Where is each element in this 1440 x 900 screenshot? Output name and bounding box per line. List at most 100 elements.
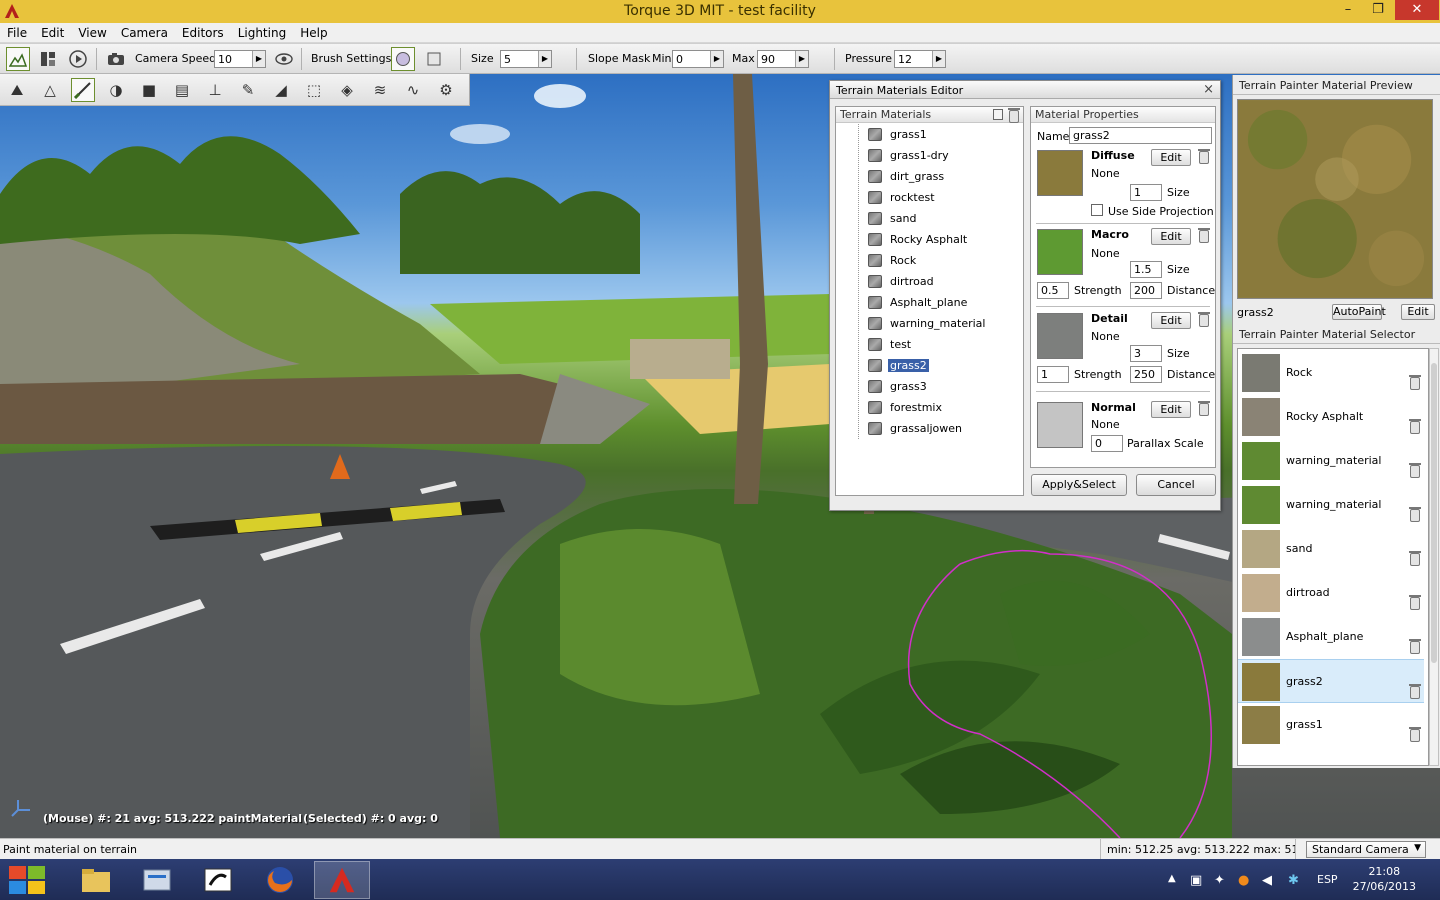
3d-viewport[interactable]: (Mouse) #: 21 avg: 513.222 paintMaterial… — [0, 74, 1440, 838]
slope-min-input[interactable]: ▶ — [672, 50, 724, 68]
selector-item[interactable]: Asphalt_plane — [1238, 615, 1424, 659]
delete-material-icon[interactable] — [1008, 108, 1020, 123]
slope-icon[interactable]: ◢ — [269, 78, 293, 102]
camera-speed-input[interactable]: ▶ — [214, 50, 266, 68]
trash-icon[interactable] — [1409, 684, 1421, 699]
spinner-arrow-icon[interactable]: ▶ — [252, 51, 265, 67]
selector-item[interactable]: Rock — [1238, 351, 1424, 395]
tray-expand-icon[interactable]: ▲ — [1168, 873, 1176, 884]
menu-view[interactable]: View — [71, 23, 113, 41]
trash-icon[interactable] — [1409, 463, 1421, 478]
material-list-item[interactable]: dirtroad — [868, 272, 936, 291]
selector-item[interactable]: grass1 — [1238, 703, 1424, 747]
parallax-scale-input[interactable]: 0 — [1091, 435, 1123, 452]
taskbar-app-3[interactable] — [190, 861, 246, 899]
selector-item[interactable]: sand — [1238, 527, 1424, 571]
material-list-item[interactable]: grass1 — [868, 125, 929, 144]
taskbar-app-2[interactable] — [129, 861, 185, 899]
material-list-item[interactable]: test — [868, 335, 913, 354]
normal-texture-thumb[interactable] — [1037, 402, 1083, 448]
lower-height-icon[interactable]: △ — [38, 78, 62, 102]
selector-item[interactable]: Rocky Asphalt — [1238, 395, 1424, 439]
detail-size-input[interactable]: 3 — [1130, 345, 1162, 362]
diffuse-size-input[interactable]: 1 — [1130, 184, 1162, 201]
macro-distance-input[interactable]: 200 — [1130, 282, 1162, 299]
close-button[interactable]: ✕ — [1395, 0, 1439, 20]
trash-icon[interactable] — [1409, 419, 1421, 434]
trash-icon[interactable] — [1409, 375, 1421, 390]
size-input[interactable]: ▶ — [500, 50, 552, 68]
new-material-icon[interactable] — [993, 109, 1003, 120]
detail-texture-thumb[interactable] — [1037, 313, 1083, 359]
start-windows-icon[interactable] — [8, 865, 46, 895]
preview-edit-button[interactable]: Edit — [1401, 304, 1435, 320]
volume-icon[interactable]: ◀ — [1262, 873, 1272, 888]
spinner-arrow-icon[interactable]: ▶ — [710, 51, 723, 67]
selector-item[interactable]: dirtroad — [1238, 571, 1424, 615]
input-language[interactable]: ESP — [1317, 873, 1338, 886]
pressure-input[interactable]: ▶ — [894, 50, 946, 68]
smooth-icon[interactable]: ≋ — [368, 78, 392, 102]
tray-avast-icon[interactable]: ● — [1238, 873, 1249, 888]
scrollbar-thumb[interactable] — [1431, 363, 1437, 663]
diffuse-edit-button[interactable]: Edit — [1151, 149, 1191, 166]
trash-icon[interactable] — [1409, 507, 1421, 522]
slope-max-input[interactable]: ▶ — [757, 50, 809, 68]
flatten-icon[interactable]: ◈ — [335, 78, 359, 102]
macro-edit-button[interactable]: Edit — [1151, 228, 1191, 245]
trash-icon[interactable] — [1409, 595, 1421, 610]
tray-bluetooth-icon[interactable]: ✱ — [1288, 873, 1299, 888]
trash-icon[interactable] — [1409, 639, 1421, 654]
material-list-item[interactable]: rocktest — [868, 188, 937, 207]
data-icon[interactable]: ▤ — [170, 78, 194, 102]
dialog-title-bar[interactable]: Terrain Materials Editor × — [830, 81, 1220, 99]
square-brush-icon[interactable] — [422, 47, 446, 71]
stamp-icon[interactable]: ⊥ — [203, 78, 227, 102]
menu-edit[interactable]: Edit — [34, 23, 71, 41]
menu-file[interactable]: File — [0, 23, 34, 41]
noise-icon[interactable]: ∿ — [401, 78, 425, 102]
menu-editors[interactable]: Editors — [175, 23, 231, 41]
material-list-item[interactable]: Rocky Asphalt — [868, 230, 969, 249]
camera-select[interactable]: Standard Camera ▼ — [1306, 841, 1426, 858]
detail-delete-icon[interactable] — [1198, 312, 1210, 327]
material-list-item[interactable]: grassaljowen — [868, 419, 964, 438]
tray-network-icon[interactable]: ▣ — [1190, 873, 1202, 888]
menu-lighting[interactable]: Lighting — [231, 23, 294, 41]
material-list-item[interactable]: Asphalt_plane — [868, 293, 969, 312]
select-area-icon[interactable]: ⬚ — [302, 78, 326, 102]
eye-icon[interactable] — [272, 47, 296, 71]
macro-size-input[interactable]: 1.5 — [1130, 261, 1162, 278]
menu-help[interactable]: Help — [293, 23, 334, 41]
trash-icon[interactable] — [1409, 727, 1421, 742]
globe-icon[interactable]: ◑ — [104, 78, 128, 102]
taskbar-explorer[interactable] — [68, 861, 124, 899]
macro-delete-icon[interactable] — [1198, 228, 1210, 243]
clock[interactable]: 21:08 27/06/2013 — [1353, 864, 1416, 894]
menu-camera[interactable]: Camera — [114, 23, 175, 41]
material-list-item[interactable]: grass2 — [868, 356, 929, 375]
macro-strength-input[interactable]: 0.5 — [1037, 282, 1069, 299]
selector-item[interactable]: warning_material — [1238, 439, 1424, 483]
terrain-painter-icon[interactable] — [6, 47, 30, 71]
material-list-item[interactable]: grass3 — [868, 377, 929, 396]
layout-icon[interactable] — [36, 47, 60, 71]
paint-brush-icon[interactable] — [71, 78, 95, 102]
tray-app-icon[interactable]: ✦ — [1214, 873, 1225, 888]
material-list-item[interactable]: forestmix — [868, 398, 944, 417]
dialog-close-icon[interactable]: × — [1203, 82, 1214, 97]
side-projection-checkbox[interactable] — [1091, 204, 1103, 216]
material-name-input[interactable]: grass2 — [1069, 127, 1212, 144]
minimize-button[interactable]: – — [1334, 0, 1362, 20]
play-icon[interactable] — [66, 47, 90, 71]
taskbar-firefox[interactable] — [252, 861, 308, 899]
selector-scrollbar[interactable] — [1429, 348, 1439, 766]
spinner-arrow-icon[interactable]: ▶ — [932, 51, 945, 67]
detail-edit-button[interactable]: Edit — [1151, 312, 1191, 329]
settings-icon[interactable]: ⚙ — [434, 78, 458, 102]
spinner-arrow-icon[interactable]: ▶ — [538, 51, 551, 67]
diffuse-texture-thumb[interactable] — [1037, 150, 1083, 196]
raise-height-icon[interactable]: ⛰ — [5, 78, 29, 102]
selector-item[interactable]: grass2 — [1238, 659, 1424, 703]
trash-icon[interactable] — [1409, 551, 1421, 566]
